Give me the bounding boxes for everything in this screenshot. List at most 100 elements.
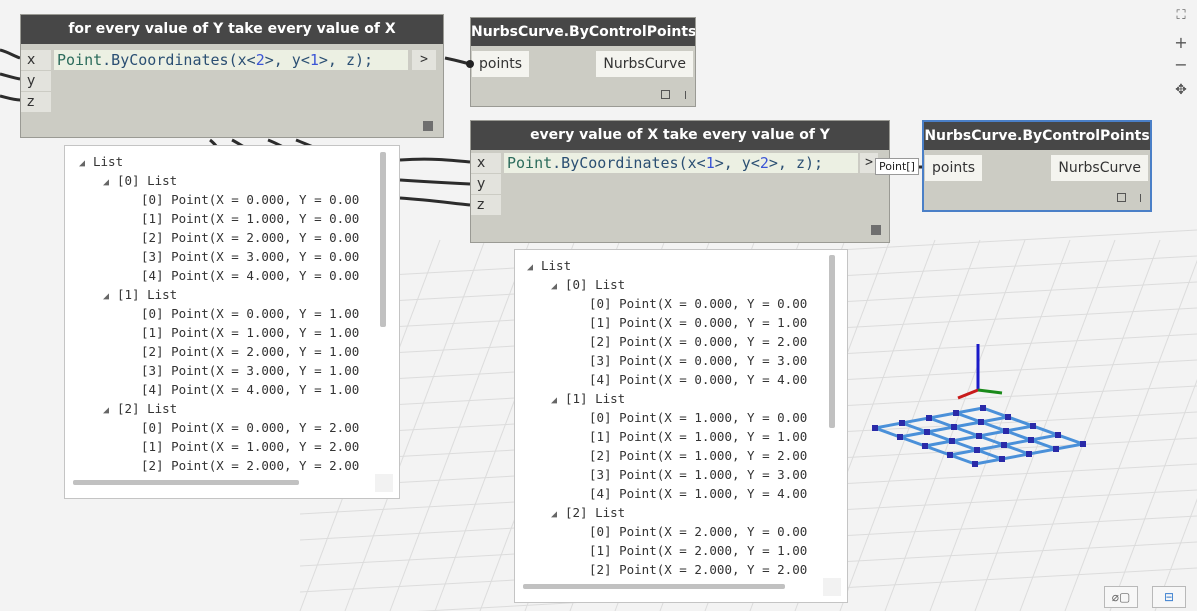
control-point [1005,414,1011,420]
row-text: [1] List [117,287,178,302]
vertical-scrollbar[interactable] [380,152,386,327]
row-text: [1] Point(X = 1.000, Y = 1.00 [589,429,808,444]
watch-preview-1[interactable]: ◢ List ◢ [0] List [0] Point(X = 0.000, Y = 0… [64,145,400,499]
point-row: [1] Point(X = 1.000, Y = 1.00 [515,427,807,446]
zoom-out-icon[interactable]: − [1171,55,1191,74]
output-port[interactable]: > [412,50,436,70]
code-editor[interactable]: Point.ByCoordinates(x<2>, y<1>, z); [54,50,408,70]
point-row: [0] Point(X = 0.000, Y = 0.00 [515,294,807,313]
control-point [999,456,1005,462]
resize-grip[interactable] [423,121,433,131]
graph-canvas[interactable]: for every value of Y take every value of… [0,0,1197,611]
row-text: [1] Point(X = 1.000, Y = 0.00 [141,211,360,226]
control-point [899,420,905,426]
code-end: >, z); [318,51,374,69]
list-row: ◢ List [515,256,807,275]
expander-icon[interactable]: ◢ [103,173,117,192]
code-replication-b: 2 [759,154,769,172]
row-text: [0] List [565,277,626,292]
point-row: [0] Point(X = 0.000, Y = 2.00 [65,418,359,437]
point-row: [0] Point(X = 0.000, Y = 1.00 [65,304,359,323]
row-text: [1] List [565,391,626,406]
node2-input-connector[interactable] [466,60,474,68]
output-port-nurbscurve[interactable]: NurbsCurve [596,51,693,77]
code-editor[interactable]: Point.ByCoordinates(x<1>, y<2>, z); [504,153,858,173]
control-point [1003,428,1009,434]
code-function: .ByCoordinates(x< [102,51,256,69]
input-port-y[interactable]: y [471,174,501,194]
geometry-preview [872,344,1086,467]
horizontal-scrollbar[interactable] [73,480,299,485]
expander-icon[interactable]: ◢ [551,391,565,410]
input-port-points[interactable]: points [472,51,529,77]
nurbscurve-node-1[interactable]: NurbsCurve.ByControlPoints points NurbsC… [470,17,696,107]
input-port-z[interactable]: z [21,92,51,112]
point-row: [1] Point(X = 2.000, Y = 1.00 [515,541,807,560]
expander-icon[interactable]: ◢ [103,287,117,306]
preview-tree: ◢ List ◢ [0] List [0] Point(X = 0.000, Y = 0… [65,152,359,475]
list-row: ◢ [2] List [515,503,807,522]
preview-tree: ◢ List ◢ [0] List [0] Point(X = 0.000, Y = 0… [515,256,807,579]
row-text: [4] Point(X = 0.000, Y = 4.00 [589,372,808,387]
zoom-in-icon[interactable]: + [1171,33,1191,52]
preview-toggle-icon[interactable] [1117,193,1126,202]
code-class: Point [507,154,553,172]
nurbscurve-node-2[interactable]: NurbsCurve.ByControlPoints points NurbsC… [922,120,1152,212]
scroll-corner [375,474,393,492]
input-port-x[interactable]: x [471,153,501,173]
preview-toggle-icon[interactable] [661,90,670,99]
list-row: ◢ List [65,152,359,171]
point-row: [3] Point(X = 3.000, Y = 1.00 [65,361,359,380]
input-port-z[interactable]: z [471,195,501,215]
zoom-to-fit-icon[interactable]: ⛶ [1171,8,1191,23]
pan-icon[interactable]: ✥ [1171,82,1191,98]
list-row: ◢ [1] List [515,389,807,408]
input-port-x[interactable]: x [21,50,51,70]
expander-icon[interactable]: ◢ [79,154,93,173]
code-block-node-2[interactable]: every value of X take every value of Y x… [470,120,890,243]
control-point [972,461,978,467]
vertical-scrollbar[interactable] [829,255,835,428]
point-row: [1] Point(X = 1.000, Y = 2.00 [65,437,359,456]
lacing-icon [685,91,686,99]
point-row: [1] Point(X = 1.000, Y = 1.00 [65,323,359,342]
horizontal-scrollbar[interactable] [523,584,785,589]
expander-icon[interactable]: ◢ [103,401,117,420]
geometry-view-button[interactable]: ⌀▢ [1104,586,1138,608]
control-point [922,443,928,449]
expander-icon[interactable]: ◢ [527,258,541,277]
wire-into-node1-z [0,94,21,102]
row-text: [1] Point(X = 0.000, Y = 1.00 [589,315,808,330]
control-point [949,438,955,444]
point-row: [2] Point(X = 0.000, Y = 2.00 [515,332,807,351]
input-port-points[interactable]: points [925,155,982,181]
watch-preview-2[interactable]: ◢ List ◢ [0] List [0] Point(X = 0.000, Y = 0… [514,249,848,603]
input-port-y[interactable]: y [21,71,51,91]
row-text: [4] Point(X = 1.000, Y = 4.00 [589,486,808,501]
row-text: [1] Point(X = 1.000, Y = 1.00 [141,325,360,340]
point-row: [2] Point(X = 2.000, Y = 2.00 [515,560,807,579]
row-text: [0] Point(X = 2.000, Y = 0.00 [589,524,808,539]
point-row: [3] Point(X = 0.000, Y = 3.00 [515,351,807,370]
control-point [951,424,957,430]
expander-icon[interactable]: ◢ [551,277,565,296]
code-block-node-1[interactable]: for every value of Y take every value of… [20,14,444,138]
row-text: [3] Point(X = 3.000, Y = 1.00 [141,363,360,378]
axis-y [977,388,1003,395]
control-point [1026,451,1032,457]
control-point [924,429,930,435]
node-title: every value of X take every value of Y [471,121,889,150]
point-row: [4] Point(X = 4.000, Y = 0.00 [65,266,359,285]
graph-view-button[interactable]: ⊟ [1152,586,1186,608]
control-point [1080,441,1086,447]
expander-icon[interactable]: ◢ [551,505,565,524]
row-text: [1] Point(X = 2.000, Y = 1.00 [589,543,808,558]
code-replication-a: 2 [255,51,265,69]
resize-grip[interactable] [871,225,881,235]
row-text: [2] Point(X = 1.000, Y = 2.00 [589,448,808,463]
row-text: [0] List [117,173,178,188]
control-point [947,452,953,458]
point-row: [1] Point(X = 0.000, Y = 1.00 [515,313,807,332]
output-port-nurbscurve[interactable]: NurbsCurve [1051,155,1148,181]
row-text: [0] Point(X = 0.000, Y = 0.00 [141,192,360,207]
